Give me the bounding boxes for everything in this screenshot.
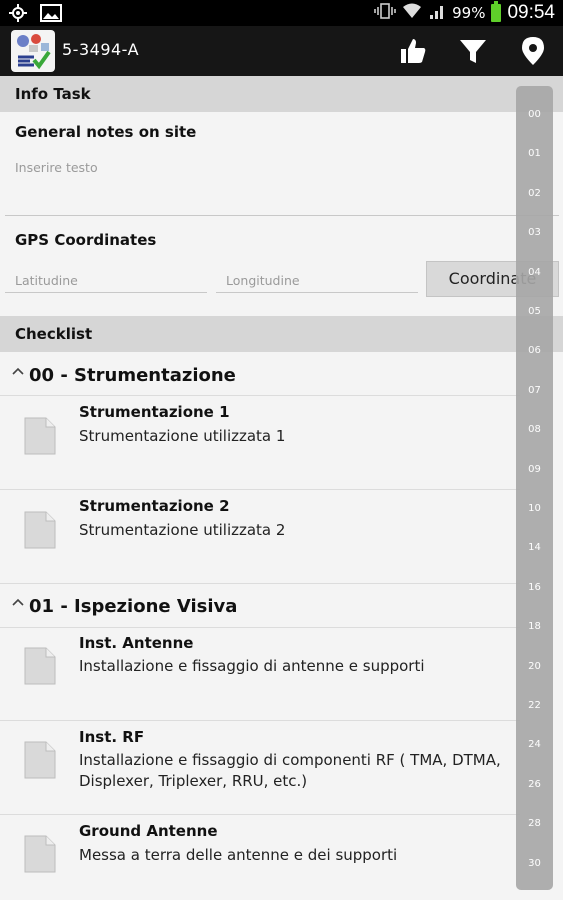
checklist-item-strumentazione-2[interactable]: Strumentazione 2 Strumentazione utilizza…: [0, 490, 520, 583]
document-icon: [24, 647, 56, 685]
fast-scroll-index[interactable]: 00 01 02 03 04 05 06 07 08 09 10 14 16 18 20 22 24 26 28 30: [516, 86, 553, 890]
index-entry[interactable]: 22: [516, 700, 553, 711]
gps-label: GPS Coordinates: [15, 231, 157, 249]
item-title: Inst. Antenne: [79, 634, 194, 652]
thumbs-up-button[interactable]: [395, 34, 431, 68]
group-title: 01 - Ispezione Visiva: [29, 596, 238, 617]
document-icon: [24, 417, 56, 455]
filter-icon: [460, 40, 486, 63]
item-description: Messa a terra delle antenne e dei suppor…: [79, 846, 398, 864]
info-task-header: Info Task: [0, 76, 563, 112]
location-button[interactable]: [515, 34, 551, 68]
action-bar: 5-3494-A: [0, 26, 563, 76]
item-title: Ground Antenne: [79, 822, 218, 840]
index-entry[interactable]: 20: [516, 661, 553, 672]
document-icon: [24, 835, 56, 873]
index-entry[interactable]: 08: [516, 424, 553, 435]
group-title: 00 - Strumentazione: [29, 365, 236, 386]
index-entry[interactable]: 04: [516, 267, 553, 278]
index-entry[interactable]: 30: [516, 858, 553, 869]
index-entry[interactable]: 18: [516, 621, 553, 632]
longitude-underline: [216, 292, 418, 293]
notes-input[interactable]: Inserire testo: [15, 160, 98, 175]
index-entry[interactable]: 00: [516, 109, 553, 120]
document-icon: [24, 511, 56, 549]
latitude-input[interactable]: Latitudine: [15, 273, 78, 288]
longitude-input[interactable]: Longitudine: [226, 273, 300, 288]
battery-percent: 99%: [452, 4, 486, 22]
index-entry[interactable]: 02: [516, 188, 553, 199]
battery-icon: [491, 1, 502, 22]
index-entry[interactable]: 24: [516, 739, 553, 750]
group-header-ispezione-visiva[interactable]: 01 - Ispezione Visiva: [0, 584, 563, 628]
item-description: Installazione e fissaggio di antenne e s…: [79, 657, 425, 675]
location-pin-icon: [522, 37, 544, 65]
item-title: Strumentazione 2: [79, 497, 230, 515]
group-header-strumentazione[interactable]: 00 - Strumentazione: [0, 353, 563, 397]
index-entry[interactable]: 10: [516, 503, 553, 514]
collapse-chevron-icon: [12, 598, 24, 606]
index-entry[interactable]: 07: [516, 385, 553, 396]
app-logo-icon[interactable]: [11, 30, 55, 72]
image-icon: [40, 3, 62, 27]
collapse-chevron-icon: [12, 367, 24, 375]
item-title: Strumentazione 1: [79, 403, 230, 421]
status-bar: 99% 09:54: [0, 0, 563, 26]
document-icon: [24, 741, 56, 779]
index-entry[interactable]: 14: [516, 542, 553, 553]
checklist-item-inst-antenne[interactable]: Inst. Antenne Installazione e fissaggio …: [0, 628, 520, 720]
index-entry[interactable]: 28: [516, 818, 553, 829]
index-entry[interactable]: 05: [516, 306, 553, 317]
wifi-icon: [402, 2, 422, 24]
item-description: Strumentazione utilizzata 1: [79, 427, 286, 445]
content-area: Info Task General notes on site Inserire…: [0, 76, 563, 900]
clock: 09:54: [507, 2, 555, 23]
thumbs-up-icon: [401, 39, 426, 63]
notes-label: General notes on site: [15, 123, 197, 141]
item-description: Strumentazione utilizzata 2: [79, 521, 286, 539]
signal-icon: [428, 2, 446, 24]
filter-button[interactable]: [455, 34, 491, 68]
checklist-item-strumentazione-1[interactable]: Strumentazione 1 Strumentazione utilizza…: [0, 396, 520, 489]
gps-icon: [8, 3, 28, 27]
index-entry[interactable]: 06: [516, 345, 553, 356]
vibrate-icon: [374, 2, 396, 24]
item-description: Installazione e fissaggio di componenti …: [79, 751, 501, 790]
checklist-header: Checklist: [0, 316, 563, 352]
index-entry[interactable]: 03: [516, 227, 553, 238]
task-id-title: 5-3494-A: [62, 40, 140, 59]
index-entry[interactable]: 01: [516, 148, 553, 159]
notes-underline: [5, 215, 559, 216]
latitude-underline: [5, 292, 207, 293]
checklist-item-ground-antenne[interactable]: Ground Antenne Messa a terra delle anten…: [0, 815, 520, 900]
index-entry[interactable]: 09: [516, 464, 553, 475]
checklist-item-inst-rf[interactable]: Inst. RF Installazione e fissaggio di co…: [0, 721, 520, 814]
index-entry[interactable]: 26: [516, 779, 553, 790]
item-title: Inst. RF: [79, 728, 145, 746]
index-entry[interactable]: 16: [516, 582, 553, 593]
